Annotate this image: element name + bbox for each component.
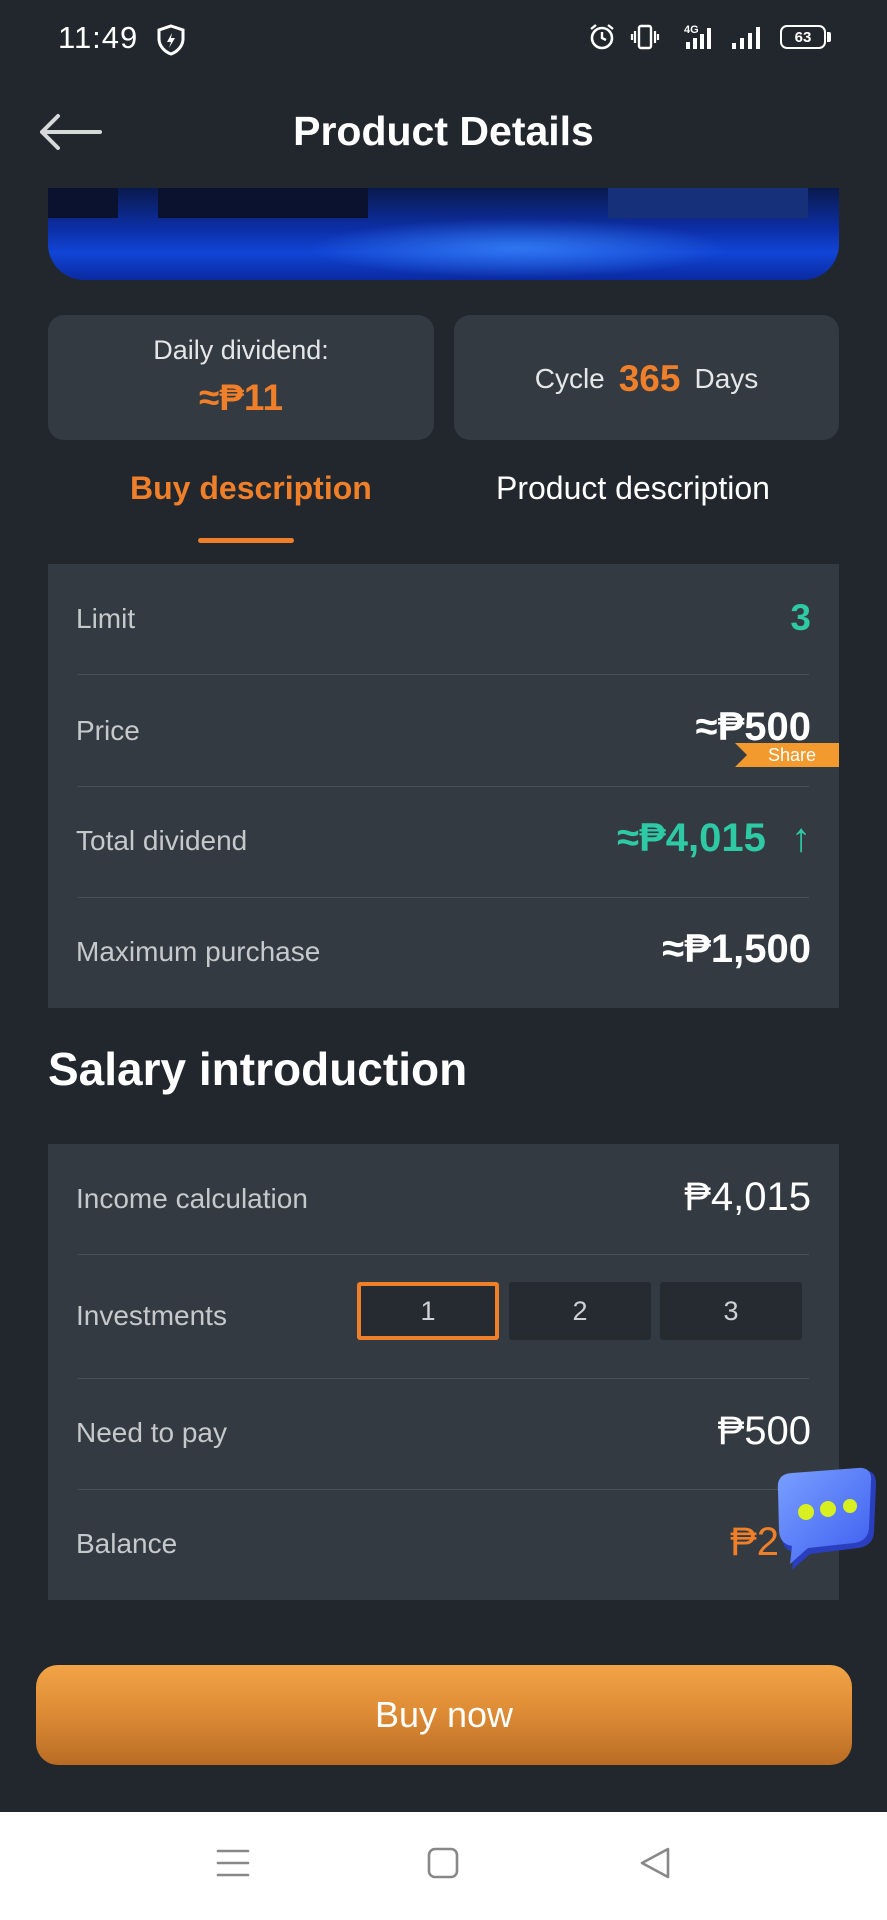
daily-dividend-label: Daily dividend: <box>153 335 329 365</box>
battery-icon: 63 <box>780 25 831 49</box>
status-time: 11:49 <box>58 20 139 55</box>
back-triangle-icon[interactable] <box>638 1846 672 1880</box>
investment-option-3[interactable]: 3 <box>660 1282 802 1340</box>
balance-label: Balance <box>76 1528 178 1559</box>
need-to-pay-value: ₱500 <box>717 1409 811 1453</box>
daily-dividend-value: ≈₱11 <box>198 377 284 418</box>
total-dividend-value: ≈₱4,015 ↑ <box>617 816 811 861</box>
max-purchase-value: ≈₱1,500 <box>662 927 811 971</box>
signal-icon <box>732 27 760 49</box>
income-value: ₱4,015 <box>684 1175 811 1219</box>
price-value: ≈₱500 <box>695 705 811 749</box>
buy-now-button[interactable]: Buy now <box>36 1665 852 1765</box>
need-to-pay-row: Need to pay ₱500 <box>48 1378 839 1489</box>
cycle-unit: Days <box>694 363 759 394</box>
price-row: Share Price ≈₱500 <box>48 675 839 786</box>
max-purchase-row: Maximum purchase ≈₱1,500 <box>48 897 839 1008</box>
svg-text:4G: 4G <box>684 24 699 36</box>
status-bar: 11:49 4G 63 <box>0 0 887 80</box>
limit-row: Limit 3 <box>48 564 839 675</box>
investments-label: Investments <box>76 1300 227 1331</box>
shield-icon <box>157 24 185 56</box>
page-title: Product Details <box>293 108 594 154</box>
daily-dividend-card: Daily dividend: ≈₱11 <box>48 315 434 440</box>
total-dividend-row: Total dividend ≈₱4,015 ↑ <box>48 786 839 897</box>
investment-option-1[interactable]: 1 <box>357 1282 499 1340</box>
cycle-card: Cycle 365 Days <box>454 315 839 440</box>
vibrate-icon <box>630 24 660 50</box>
battery-level: 63 <box>780 25 826 49</box>
cycle-value: 365 <box>618 358 681 399</box>
max-purchase-label: Maximum purchase <box>76 936 321 967</box>
salary-list: Income calculation ₱4,015 Investments Ne… <box>48 1144 839 1600</box>
limit-label: Limit <box>76 603 136 634</box>
cycle-label: Cycle <box>534 363 605 394</box>
signal-4g-icon: 4G <box>684 24 711 49</box>
total-dividend-label: Total dividend <box>76 825 248 856</box>
limit-value: 3 <box>790 597 811 638</box>
total-dividend-amount: ≈₱4,015 <box>617 816 766 860</box>
tab-product-description[interactable]: Product description <box>496 470 770 507</box>
product-image <box>48 188 839 280</box>
income-row: Income calculation ₱4,015 <box>48 1144 839 1254</box>
menu-icon[interactable] <box>216 1846 250 1880</box>
arrow-up-icon: ↑ <box>791 816 811 860</box>
income-label: Income calculation <box>76 1183 308 1214</box>
chat-bubble-icon[interactable] <box>770 1466 882 1576</box>
alarm-icon <box>590 24 614 50</box>
price-label: Price <box>76 715 140 746</box>
buy-details-list: Limit 3 Share Price ≈₱500 Total dividend… <box>48 564 839 1008</box>
home-square-icon[interactable] <box>426 1846 460 1880</box>
salary-section-title: Salary introduction <box>48 1043 468 1095</box>
tab-active-indicator <box>198 538 294 543</box>
need-to-pay-label: Need to pay <box>76 1417 227 1448</box>
status-icons: 4G 63 <box>588 22 831 52</box>
investment-option-2[interactable]: 2 <box>509 1282 651 1340</box>
system-nav-bar <box>0 1812 887 1920</box>
tab-buy-description[interactable]: Buy description <box>130 470 372 507</box>
balance-row: Balance ₱2 <box>48 1489 839 1600</box>
